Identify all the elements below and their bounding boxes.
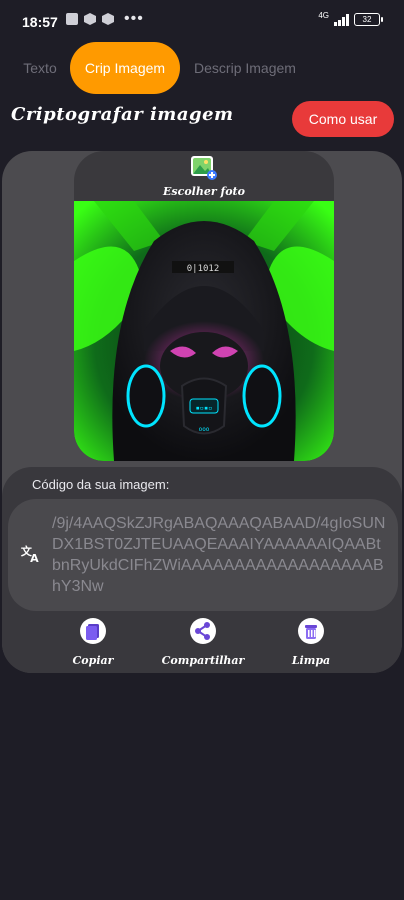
network-type: 4G	[318, 11, 329, 20]
battery-level: 32	[362, 15, 372, 24]
main-card: Escolher foto 0|1012 ▪▫▪▫ ooo Código da …	[2, 151, 402, 673]
signal-icon	[334, 13, 349, 26]
page-title: Criptografar imagem	[11, 104, 234, 125]
tab-crip-imagem[interactable]: Crip Imagem	[70, 42, 180, 94]
tab-descrip-imagem[interactable]: Descrip Imagem	[186, 42, 304, 94]
image-code-text[interactable]: /9j/4AAQSkZJRgABAQAAAQABAAD/4gIoSUNDX1BS…	[52, 513, 388, 597]
svg-text:ooo: ooo	[199, 426, 210, 433]
tab-bar: Texto Crip Imagem Descrip Imagem	[0, 42, 404, 94]
choose-photo-label[interactable]: Escolher foto	[74, 185, 334, 198]
share-button[interactable]: Compartilhar	[148, 617, 258, 667]
copy-icon	[80, 618, 106, 644]
system-icons: 4G 32	[318, 11, 383, 26]
hooded-gasmask-image: 0|1012 ▪▫▪▫ ooo	[74, 201, 334, 461]
copy-label: Copiar	[72, 654, 114, 667]
battery-icon: 32	[354, 13, 383, 26]
svg-text:A: A	[30, 552, 39, 564]
clear-button[interactable]: Limpa	[256, 617, 366, 667]
shield-icon	[84, 13, 96, 25]
status-time: 18:57	[22, 14, 58, 30]
code-output-field[interactable]: 文 A /9j/4AAQSkZJRgABAQAAAQABAAD/4gIoSUND…	[8, 499, 398, 611]
photo-panel: Escolher foto 0|1012 ▪▫▪▫ ooo	[74, 151, 334, 461]
clear-icon	[298, 618, 324, 644]
code-panel: Código da sua imagem: 文 A /9j/4AAQSkZJRg…	[2, 467, 402, 673]
code-label: Código da sua imagem:	[32, 477, 170, 492]
status-bar: 18:57 ••• 4G 32	[0, 0, 404, 42]
svg-text:▪▫▪▫: ▪▫▪▫	[196, 404, 213, 412]
translate-icon[interactable]: 文 A	[20, 542, 42, 564]
copy-button[interactable]: Copiar	[38, 617, 148, 667]
more-notifications-icon: •••	[124, 10, 144, 27]
gallery-icon[interactable]	[190, 155, 218, 181]
tab-texto[interactable]: Texto	[14, 42, 66, 94]
poster-cap-text: 0|1012	[187, 264, 220, 274]
app-notification-icon	[102, 13, 114, 25]
how-to-use-button[interactable]: Como usar	[292, 101, 394, 137]
share-label: Compartilhar	[161, 654, 245, 667]
clear-label: Limpa	[291, 654, 331, 667]
screen-icon	[66, 13, 78, 25]
notification-icons	[66, 13, 114, 25]
selected-image[interactable]: 0|1012 ▪▫▪▫ ooo	[74, 201, 334, 461]
share-icon	[190, 618, 216, 644]
